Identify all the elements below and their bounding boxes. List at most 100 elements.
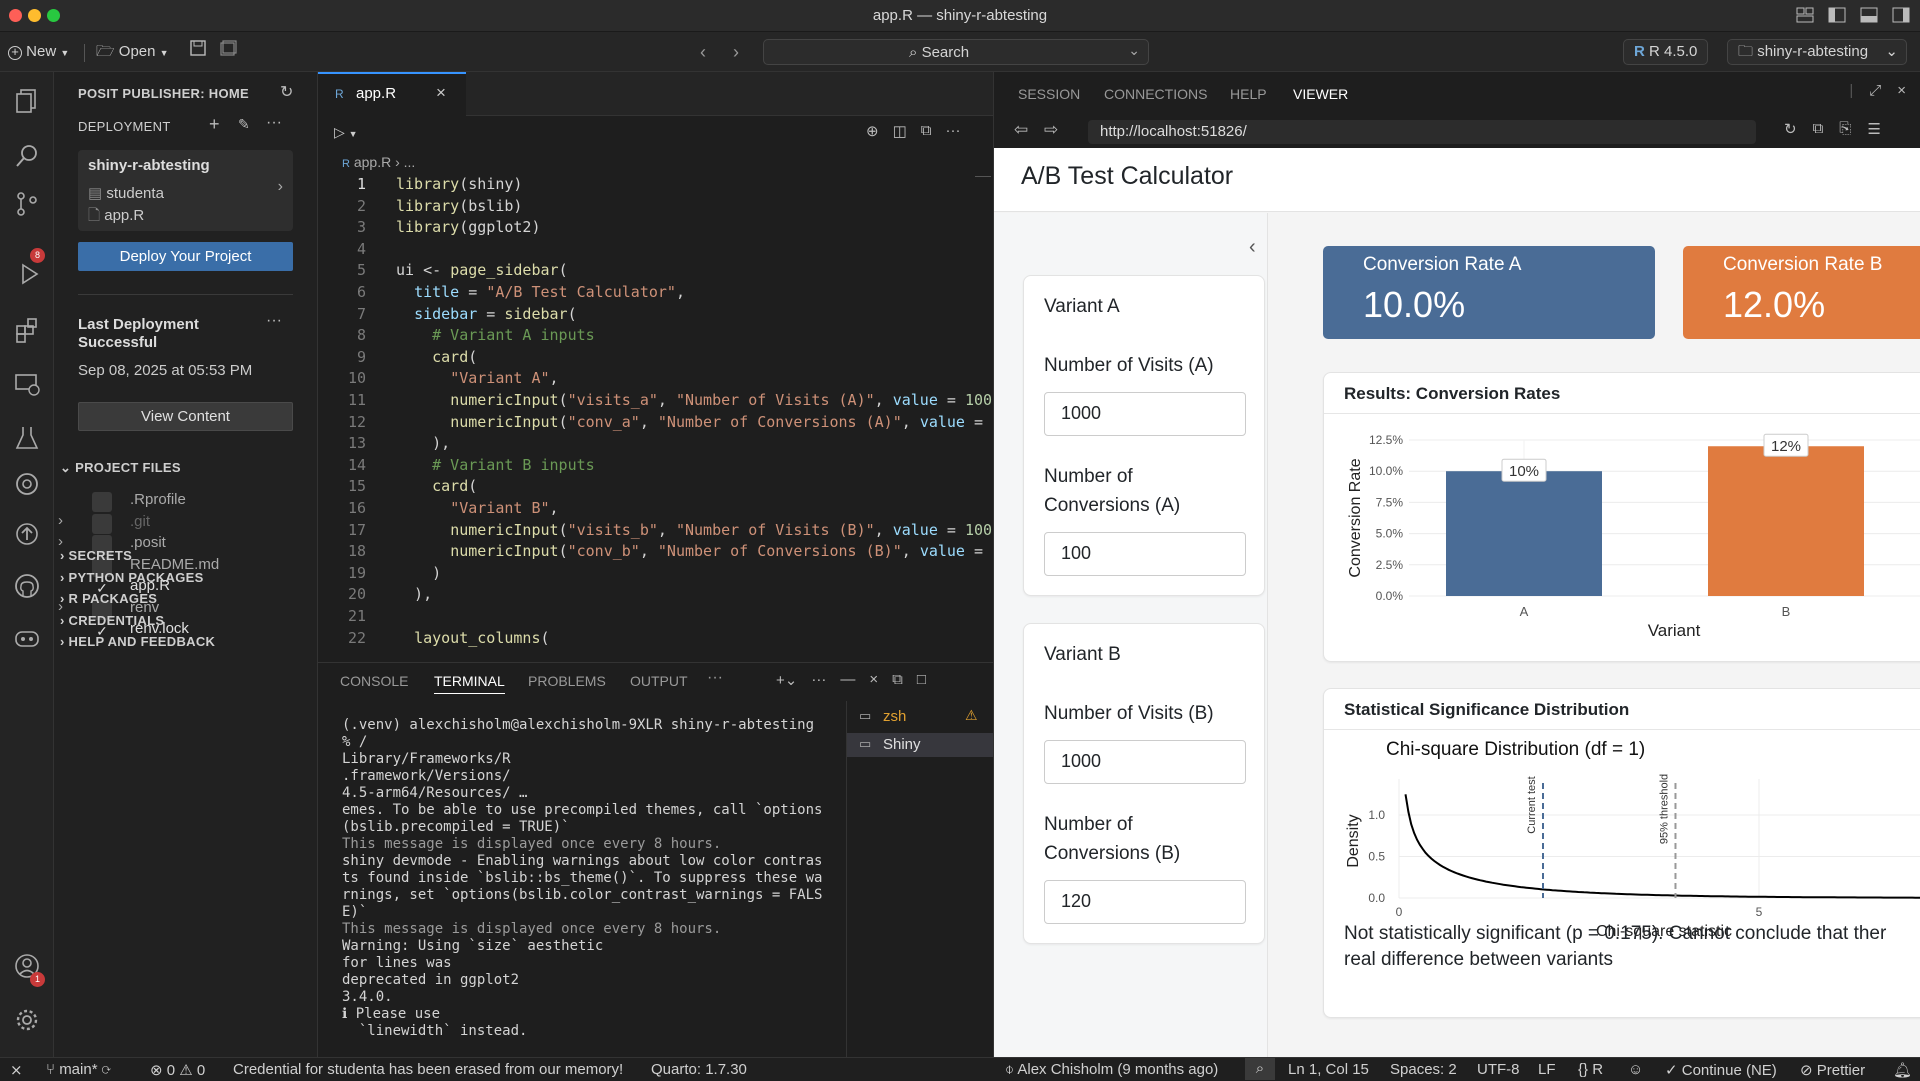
open-external-icon[interactable]: ⧉ <box>1813 120 1824 138</box>
restore-panel-icon[interactable]: ⧉ <box>892 671 903 689</box>
project-selector[interactable]: 🗀 shiny-r-abtesting ⌄ <box>1727 39 1907 65</box>
gear-icon[interactable] <box>13 1006 41 1034</box>
view-content-button[interactable]: View Content <box>78 402 293 431</box>
github-icon[interactable] <box>13 572 41 600</box>
command-search[interactable]: ⌕ Search ⌄ <box>763 39 1149 65</box>
terminal-item-shiny[interactable]: ▭ Shiny <box>847 733 994 757</box>
forward-arrow-icon[interactable]: › <box>733 40 739 64</box>
more-actions-icon[interactable]: ··· <box>266 312 282 330</box>
more-tabs-icon[interactable]: ··· <box>707 669 723 687</box>
posit-publisher-sidebar: POSIT PUBLISHER: HOME ↻ DEPLOYMENT + ✎ ·… <box>54 72 318 1057</box>
panel-tab-terminal[interactable]: TERMINAL <box>434 673 505 694</box>
close-pane-icon[interactable]: × <box>1897 82 1906 99</box>
encoding[interactable]: UTF-8 <box>1477 1061 1520 1078</box>
testing-flask-icon[interactable] <box>13 424 41 452</box>
collapse-sidebar-icon[interactable]: ‹ <box>1249 236 1256 259</box>
copy-icon[interactable]: ⎘ <box>1839 120 1851 138</box>
pane-tab-connections[interactable]: CONNECTIONS <box>1104 86 1207 102</box>
viewer-url-bar[interactable]: http://localhost:51826/ <box>1088 120 1756 144</box>
extensions-icon[interactable] <box>13 316 41 344</box>
deploy-project-button[interactable]: Deploy Your Project <box>78 242 293 271</box>
panel-tab-problems[interactable]: PROBLEMS <box>528 673 606 689</box>
visits-a-input[interactable]: 1000 <box>1044 392 1246 436</box>
more-actions-icon[interactable]: ··· <box>266 114 282 132</box>
project-files-header[interactable]: ⌄ PROJECT FILES <box>60 460 181 476</box>
remote-explorer-icon[interactable] <box>13 370 41 398</box>
pane-tab-session[interactable]: SESSION <box>1018 86 1080 102</box>
save-icon[interactable] <box>190 40 206 64</box>
close-panel-icon[interactable]: × <box>869 671 878 689</box>
terminal-item-zsh[interactable]: ▭ zsh ⚠ <box>847 705 994 729</box>
explorer-icon[interactable] <box>13 86 41 114</box>
remote-indicator-icon[interactable]: ⨯ <box>10 1061 23 1079</box>
minimize-panel-icon[interactable]: — <box>840 671 855 689</box>
publish-icon[interactable]: ⊕ <box>866 122 879 140</box>
open-preview-icon[interactable]: ⧉ <box>921 122 932 140</box>
section-header[interactable]: › SECRETS <box>60 548 132 563</box>
search-icon[interactable] <box>13 142 41 170</box>
run-debug-icon[interactable] <box>13 260 41 288</box>
copilot-icon[interactable] <box>13 624 41 652</box>
section-header[interactable]: › CREDENTIALS <box>60 613 164 628</box>
conversions-a-input[interactable]: 100 <box>1044 532 1246 576</box>
run-button[interactable]: ▷ ▼ <box>334 124 358 141</box>
quarto-version[interactable]: Quarto: 1.7.30 <box>651 1061 747 1078</box>
panel-tab-console[interactable]: CONSOLE <box>340 673 408 689</box>
open-button[interactable]: 🗁 Open ▼ <box>96 40 169 64</box>
more-actions-icon[interactable]: ··· <box>811 671 826 689</box>
close-tab-icon[interactable]: × <box>436 83 446 103</box>
toggle-secondary-sidebar-icon[interactable] <box>1892 7 1910 23</box>
split-editor-icon[interactable]: ◫ <box>893 122 907 140</box>
edit-pencil-icon[interactable]: ✎ <box>238 116 250 133</box>
menu-icon[interactable]: ☰ <box>1867 120 1880 138</box>
zoom-icon[interactable]: ⌕ <box>1245 1058 1275 1080</box>
line-ending[interactable]: LF <box>1538 1061 1556 1078</box>
git-blame[interactable]: ⌽ Alex Chisholm (9 months ago) <box>1005 1061 1218 1078</box>
continue-status[interactable]: ✓ Continue (NE) <box>1665 1061 1777 1079</box>
section-header[interactable]: › PYTHON PACKAGES <box>60 570 204 585</box>
posit-publisher-icon[interactable] <box>13 470 41 498</box>
toggle-sidebar-icon[interactable] <box>1828 7 1846 23</box>
customize-layout-icon[interactable] <box>1796 7 1814 23</box>
breadcrumb-symbol[interactable]: ... <box>404 154 416 170</box>
more-actions-icon[interactable]: ··· <box>945 122 960 140</box>
tab-app-r[interactable]: R app.R × <box>318 72 466 117</box>
visits-b-input[interactable]: 1000 <box>1044 740 1246 784</box>
source-control-icon[interactable] <box>13 190 41 218</box>
cursor-position[interactable]: Ln 1, Col 15 <box>1288 1061 1369 1078</box>
notifications-bell-icon[interactable]: 🔔︎ <box>1893 1061 1912 1079</box>
upload-cloud-icon[interactable] <box>13 520 41 548</box>
maximize-panel-icon[interactable]: □ <box>917 671 926 689</box>
branch-indicator[interactable]: ⑂ main* ⟳ <box>46 1061 111 1078</box>
prettier-status[interactable]: ⊘ Prettier <box>1800 1061 1865 1079</box>
section-header[interactable]: › HELP AND FEEDBACK <box>60 634 215 649</box>
save-all-icon[interactable] <box>220 40 238 64</box>
panel-tab-output[interactable]: OUTPUT <box>630 673 688 689</box>
refresh-icon[interactable]: ↻ <box>280 82 293 102</box>
back-arrow-icon[interactable]: ‹ <box>700 40 706 64</box>
breadcrumb-file[interactable]: app.R <box>354 154 391 170</box>
maximize-pane-icon[interactable]: ⤢ <box>1869 82 1881 99</box>
y-tick-label: 2.5% <box>1376 558 1404 572</box>
viewer-back-icon[interactable]: ⇦ <box>1014 120 1028 140</box>
new-button[interactable]: + New ▼ <box>8 40 69 64</box>
line-number: 7 <box>356 304 366 323</box>
indentation[interactable]: Spaces: 2 <box>1390 1061 1457 1078</box>
language-mode[interactable]: {} R <box>1578 1061 1603 1078</box>
problems-indicator[interactable]: ⊗ 0 ⚠ 0 <box>150 1061 205 1079</box>
section-header[interactable]: › R PACKAGES <box>60 591 157 606</box>
chevron-down-icon[interactable]: ⌄ <box>1128 42 1140 59</box>
deployment-card[interactable]: shiny-r-abtesting ▤ studenta 🗋 app.R › <box>78 150 293 231</box>
r-version-selector[interactable]: R R 4.5.0 <box>1623 39 1709 65</box>
conversions-b-input[interactable]: 120 <box>1044 880 1246 924</box>
chevron-right-icon[interactable]: › <box>278 178 283 196</box>
copilot-status-icon[interactable]: ☺ <box>1628 1061 1643 1078</box>
viewer-forward-icon[interactable]: ⇨ <box>1044 120 1058 140</box>
pane-tab-viewer[interactable]: VIEWER <box>1293 86 1348 102</box>
add-icon[interactable]: + <box>209 114 220 135</box>
toggle-panel-icon[interactable] <box>1860 7 1878 23</box>
reload-icon[interactable]: ↻ <box>1784 120 1797 138</box>
pane-tab-help[interactable]: HELP <box>1230 86 1267 102</box>
new-terminal-icon[interactable]: +⌄ <box>776 671 797 689</box>
chevron-right-icon[interactable]: › <box>58 512 63 529</box>
